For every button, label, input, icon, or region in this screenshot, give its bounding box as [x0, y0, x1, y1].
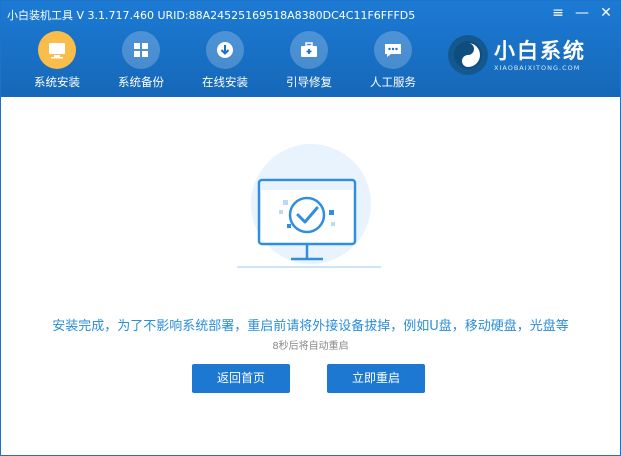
main-nav: 系统安装 系统备份 在线安装 引导修复 人工服务: [15, 31, 435, 93]
nav-item-system-backup[interactable]: 系统备份: [99, 31, 183, 93]
nav-label: 引导修复: [286, 75, 332, 89]
logo-subtitle: XIAOBAIXITONG.COM: [494, 63, 581, 72]
restart-now-button[interactable]: 立即重启: [327, 364, 425, 393]
nav-label: 系统安装: [34, 75, 80, 89]
monitor-check-icon: [237, 144, 381, 268]
nav-label: 系统备份: [118, 75, 164, 89]
logo-icon: [448, 35, 488, 75]
install-complete-illustration: [231, 142, 391, 272]
brand-logo: 小白系统 XIAOBAIXITONG.COM: [448, 35, 586, 75]
minimize-icon[interactable]: —: [574, 4, 590, 22]
nav-item-customer-service[interactable]: 人工服务: [351, 31, 435, 93]
nav-item-boot-repair[interactable]: 引导修复: [267, 31, 351, 93]
logo-title: 小白系统: [494, 38, 586, 63]
system-install-icon: [38, 31, 76, 69]
nav-label: 在线安装: [202, 75, 248, 89]
customer-service-icon: [374, 31, 412, 69]
app-window: 小白装机工具 V 3.1.717.460 URID:88A24525169518…: [0, 0, 621, 456]
system-backup-icon: [122, 31, 160, 69]
boot-repair-icon: [290, 31, 328, 69]
nav-item-online-install[interactable]: 在线安装: [183, 31, 267, 93]
install-complete-message: 安装完成，为了不影响系统部署，重启前请将外接设备拔掉，例如U盘，移动硬盘，光盘等: [52, 319, 569, 334]
close-icon[interactable]: ✕: [598, 4, 614, 22]
header-bar: 小白装机工具 V 3.1.717.460 URID:88A24525169518…: [1, 1, 620, 97]
window-title: 小白装机工具 V 3.1.717.460 URID:88A24525169518…: [7, 9, 416, 22]
main-content: 安装完成，为了不影响系统部署，重启前请将外接设备拔掉，例如U盘，移动硬盘，光盘等…: [1, 97, 620, 455]
menu-icon[interactable]: ≡: [550, 4, 566, 22]
window-controls: ≡ — ✕: [550, 4, 614, 22]
restart-countdown: 8秒后将自动重启: [272, 341, 349, 352]
back-to-home-button[interactable]: 返回首页: [192, 364, 290, 393]
online-install-icon: [206, 31, 244, 69]
nav-label: 人工服务: [370, 75, 416, 89]
nav-item-system-install[interactable]: 系统安装: [15, 31, 99, 93]
